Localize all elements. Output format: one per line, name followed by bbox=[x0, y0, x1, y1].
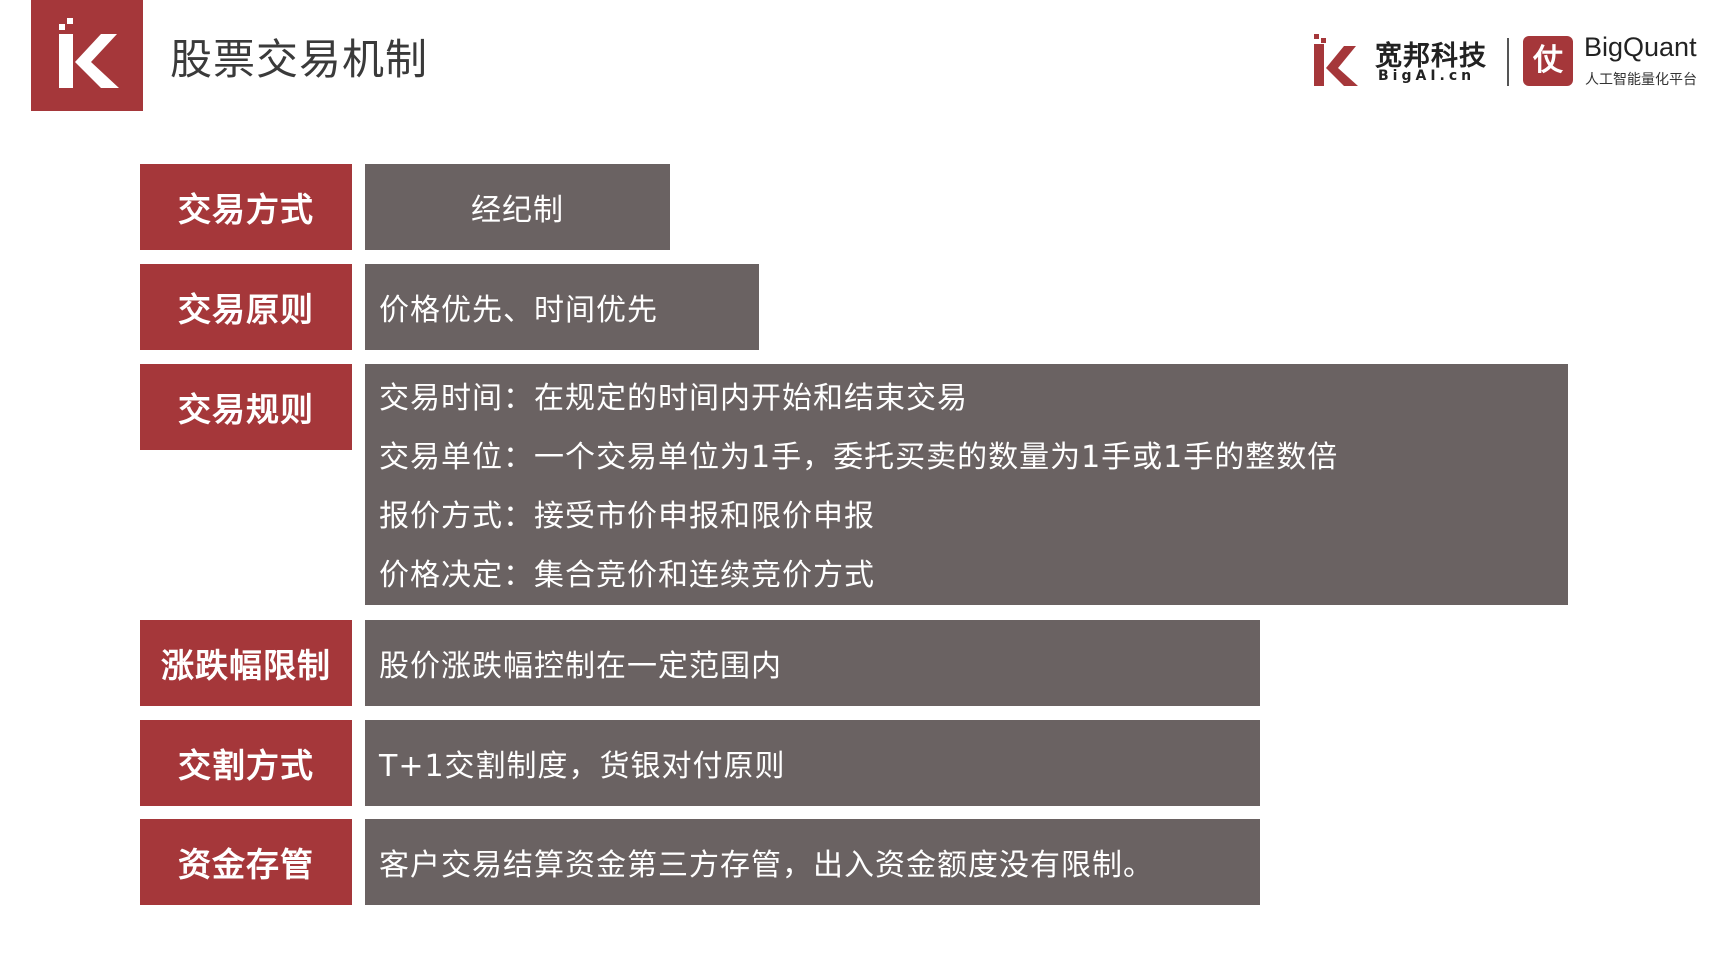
row-label: 交易方式 bbox=[140, 164, 352, 250]
row-value: 股价涨跌幅控制在一定范围内 bbox=[365, 620, 1260, 706]
row-label: 资金存管 bbox=[140, 819, 352, 905]
row-label: 交割方式 bbox=[140, 720, 352, 806]
row-value: 客户交易结算资金第三方存管，出入资金额度没有限制。 bbox=[365, 819, 1260, 905]
product-name: BigQuant bbox=[1584, 32, 1697, 62]
row-value: 价格优先、时间优先 bbox=[365, 264, 759, 350]
product-tagline: 人工智能量化平台 bbox=[1585, 72, 1697, 88]
row-label: 交易规则 bbox=[140, 364, 352, 450]
brand-logo: 宽邦科技 BigAI.cn 仗 BigQuant 人工智能量化平台 bbox=[1310, 30, 1710, 92]
rule-line: 交易时间：在规定的时间内开始和结束交易 bbox=[379, 381, 968, 416]
rule-line: 价格决定：集合竞价和连续竞价方式 bbox=[379, 558, 875, 593]
bigai-brand-icon bbox=[1314, 34, 1358, 86]
page-title: 股票交易机制 bbox=[170, 35, 429, 84]
rule-line: 报价方式：接受市价申报和限价申报 bbox=[379, 499, 875, 534]
row-value: T+1交割制度，货银对付原则 bbox=[365, 720, 1260, 806]
rule-line: 交易单位：一个交易单位为1手，委托买卖的数量为1手或1手的整数倍 bbox=[379, 440, 1339, 475]
row-label: 交易原则 bbox=[140, 264, 352, 350]
rules-list: 交易时间：在规定的时间内开始和结束交易 交易单位：一个交易单位为1手，委托买卖的… bbox=[365, 364, 1568, 605]
brand-divider bbox=[1507, 38, 1509, 86]
brand-name-en: BigAI.cn bbox=[1378, 68, 1476, 84]
bigquant-icon: 仗 bbox=[1523, 36, 1573, 86]
bigai-k-logo-icon bbox=[31, 0, 143, 111]
row-label: 涨跌幅限制 bbox=[140, 620, 352, 706]
row-value: 经纪制 bbox=[365, 164, 670, 250]
